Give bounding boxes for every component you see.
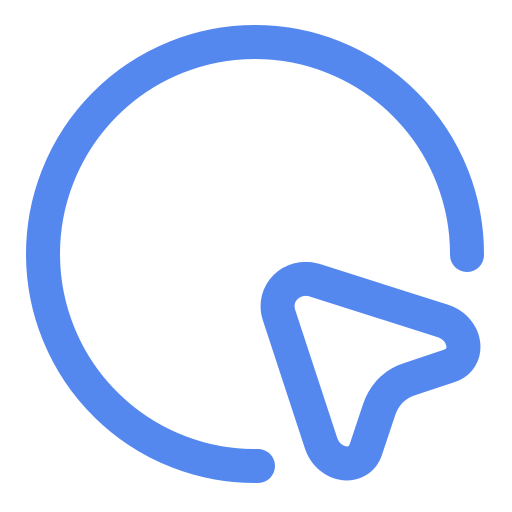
cursor-click-icon — [26, 25, 485, 484]
circle-arc — [26, 25, 485, 484]
cursor-pointer — [260, 261, 481, 481]
icon-canvas — [0, 0, 512, 512]
